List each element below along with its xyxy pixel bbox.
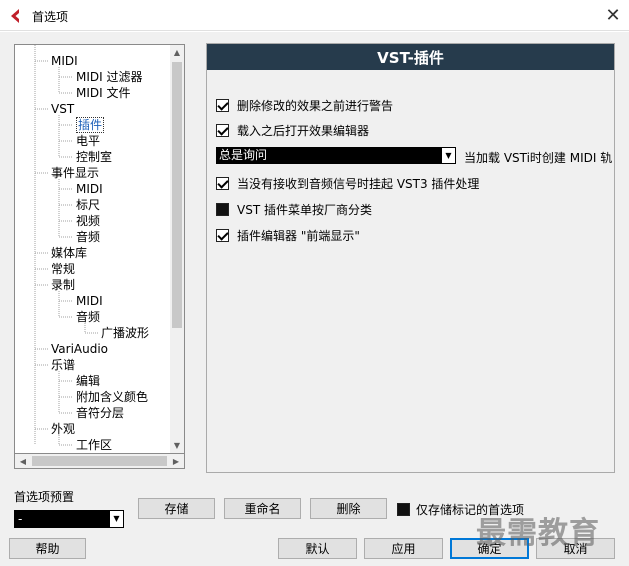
scroll-left-icon[interactable]: ◀ <box>15 454 31 468</box>
title-bar: 首选项 ✕ <box>0 0 629 31</box>
tree-item[interactable]: MIDI <box>76 181 103 197</box>
tree-item[interactable]: 媒体库 <box>51 245 87 261</box>
apply-button[interactable]: 应用 <box>364 538 443 559</box>
select-value: 总是询问 <box>219 148 268 162</box>
checkbox[interactable] <box>216 202 229 216</box>
option-label: 当没有接收到音频信号时挂起 VST3 插件处理 <box>237 176 480 191</box>
tree-item[interactable]: 常规 <box>51 261 75 277</box>
vsti-midi-track-label: 当加载 VSTi时创建 MIDI 轨 <box>464 151 613 165</box>
tree-item[interactable]: VariAudio <box>51 341 108 357</box>
tree-item[interactable]: 附加含义颜色 <box>76 389 148 405</box>
tree-vertical-scrollbar[interactable]: ▲ ▼ <box>170 44 185 469</box>
tree-item-label: 编辑 <box>76 374 101 388</box>
tree-item-label: 广播波形 <box>101 326 150 340</box>
tree-item[interactable]: 广播波形 <box>101 325 149 341</box>
checkbox[interactable] <box>216 228 229 242</box>
option-label: 删除修改的效果之前进行警告 <box>237 98 394 113</box>
tree-item[interactable]: 视频 <box>76 213 100 229</box>
presets-label: 首选项预置 <box>14 490 75 504</box>
tree-item[interactable]: MIDI <box>76 293 103 309</box>
tree-item[interactable]: MIDI 文件 <box>76 85 131 101</box>
preferences-tree: MIDI MIDI 过滤器 MIDI 文件 VST 插件 电平控制室事件显示 MIDI 标尺视… <box>14 44 185 469</box>
tree-item-label: 视频 <box>76 214 101 228</box>
tree-item-label: 控制室 <box>76 150 113 164</box>
option-label: VST 插件菜单按厂商分类 <box>237 202 372 217</box>
tree-item[interactable]: 外观 <box>51 421 75 437</box>
tree-item-label: 录制 <box>51 278 76 292</box>
window-title: 首选项 <box>32 10 69 24</box>
tree-item-label: 乐谱 <box>51 358 76 372</box>
tree-item-label: 事件显示 <box>51 166 100 180</box>
cubase-logo-icon <box>11 9 19 23</box>
preferences-dialog: MIDI MIDI 过滤器 MIDI 文件 VST 插件 电平控制室事件显示 MIDI 标尺视… <box>0 32 629 566</box>
tree-item[interactable]: 控制室 <box>76 149 112 165</box>
scroll-up-icon[interactable]: ▲ <box>170 45 184 60</box>
checkbox[interactable] <box>216 176 229 190</box>
hscroll-thumb[interactable] <box>32 456 167 466</box>
tree-item-label: 标尺 <box>76 198 101 212</box>
tree-item[interactable]: 事件显示 <box>51 165 99 181</box>
tree-item-label: 媒体库 <box>51 246 88 260</box>
tree-item-label: MIDI 过滤器 <box>76 70 143 84</box>
defaults-button[interactable]: 默认 <box>278 538 357 559</box>
rename-button[interactable]: 重命名 <box>224 498 301 519</box>
option-label: 载入之后打开效果编辑器 <box>237 123 370 138</box>
tree-item-label: 外观 <box>51 422 76 436</box>
tree-item[interactable]: MIDI <box>51 53 78 69</box>
scroll-down-icon[interactable]: ▼ <box>170 438 184 453</box>
tree-item[interactable]: VST <box>51 101 74 117</box>
scroll-right-icon[interactable]: ▶ <box>168 454 184 468</box>
preset-value: - <box>18 512 23 526</box>
checkbox[interactable] <box>216 98 229 112</box>
tree-item[interactable]: 标尺 <box>76 197 100 213</box>
checkbox[interactable] <box>216 123 229 137</box>
preset-select[interactable]: - ▼ <box>14 510 124 528</box>
tree-item[interactable]: 音频 <box>76 229 100 245</box>
tree-item-label: 常规 <box>51 262 76 276</box>
option-editor-always-on-top[interactable]: 插件编辑器 "前端显示" <box>216 226 360 244</box>
panel-title: VST-插件 <box>207 44 614 70</box>
tree-item[interactable]: 音符分层 <box>76 405 124 421</box>
checkbox[interactable] <box>397 503 410 516</box>
vst-plugin-panel: VST-插件 删除修改的效果之前进行警告 载入之后打开效果编辑器 总是询问 ▼ … <box>206 43 615 473</box>
option-open-editor-after-load[interactable]: 载入之后打开效果编辑器 <box>216 121 369 139</box>
tree-item[interactable]: 工作区 <box>76 437 112 453</box>
chevron-down-icon[interactable]: ▼ <box>441 147 456 164</box>
tree-item[interactable]: 录制 <box>51 277 75 293</box>
tree-item-label: VST <box>51 102 75 116</box>
tree-item[interactable]: MIDI 过滤器 <box>76 69 143 85</box>
option-suspend-vst3-processing[interactable]: 当没有接收到音频信号时挂起 VST3 插件处理 <box>216 174 479 192</box>
tree-item-label: MIDI <box>51 54 78 68</box>
tree-item-label: 电平 <box>76 134 101 148</box>
tree-item-label: MIDI 文件 <box>76 86 131 100</box>
tree-item-label: MIDI <box>76 294 103 308</box>
tree-item[interactable]: 乐谱 <box>51 357 75 373</box>
vsti-midi-track-select[interactable]: 总是询问 ▼ <box>216 147 456 164</box>
tree-item-label: 音符分层 <box>76 406 125 420</box>
tree-item-label: 工作区 <box>76 438 113 452</box>
chevron-down-icon[interactable]: ▼ <box>109 510 124 528</box>
option-sort-by-vendor[interactable]: VST 插件菜单按厂商分类 <box>216 200 372 218</box>
delete-button[interactable]: 删除 <box>310 498 387 519</box>
close-icon[interactable]: ✕ <box>597 0 629 31</box>
tree-item[interactable]: 音频 <box>76 309 100 325</box>
tree-item-label: 插件 <box>76 117 105 133</box>
option-warn-before-delete[interactable]: 删除修改的效果之前进行警告 <box>216 96 393 114</box>
tree-item[interactable]: 电平 <box>76 133 100 149</box>
tree-item-label: 音频 <box>76 230 101 244</box>
tree-item[interactable]: 插件 <box>76 117 105 133</box>
tree-item-label: 音频 <box>76 310 101 324</box>
tree-horizontal-scrollbar[interactable]: ◀ ▶ <box>14 453 185 469</box>
tree-item-label: 附加含义颜色 <box>76 390 149 404</box>
store-button[interactable]: 存储 <box>138 498 215 519</box>
watermark: 最需教育 <box>476 516 600 551</box>
tree-item[interactable]: 编辑 <box>76 373 100 389</box>
help-button[interactable]: 帮助 <box>9 538 86 559</box>
option-label: 插件编辑器 "前端显示" <box>237 228 360 243</box>
tree-item-label: MIDI <box>76 182 103 196</box>
tree-item-label: VariAudio <box>51 342 109 356</box>
scroll-thumb[interactable] <box>172 62 182 328</box>
